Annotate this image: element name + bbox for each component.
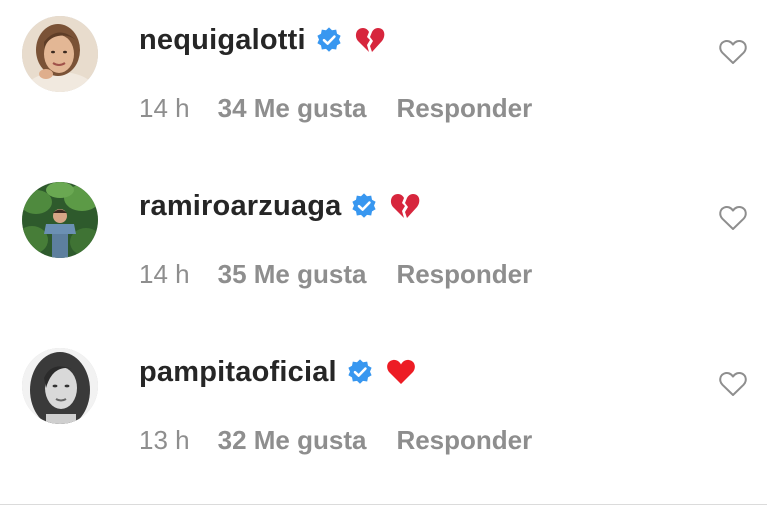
- comment-header: ramiroarzuaga: [139, 184, 421, 228]
- verified-badge-icon: [316, 27, 342, 53]
- comment-meta: 14 h 35 Me gusta Responder: [139, 256, 532, 292]
- divider: [0, 504, 767, 505]
- like-heart-icon[interactable]: [717, 202, 749, 234]
- avatar-photo: [22, 348, 98, 424]
- like-heart-icon[interactable]: [717, 36, 749, 68]
- avatar[interactable]: [22, 348, 98, 424]
- likes-count[interactable]: 34 Me gusta: [218, 93, 367, 124]
- comment-meta: 13 h 32 Me gusta Responder: [139, 422, 532, 458]
- reply-button[interactable]: Responder: [396, 425, 532, 456]
- comment-header: nequigalotti: [139, 18, 386, 62]
- comment-timestamp: 13 h: [139, 424, 190, 455]
- comment-list: nequigalotti 14 h 34 Me gusta Responder: [0, 0, 767, 508]
- reply-button[interactable]: Responder: [396, 93, 532, 124]
- username[interactable]: ramiroarzuaga: [139, 190, 341, 223]
- username[interactable]: nequigalotti: [139, 24, 306, 57]
- broken-heart-icon: [354, 24, 386, 56]
- likes-count[interactable]: 32 Me gusta: [218, 425, 367, 456]
- reply-button[interactable]: Responder: [396, 259, 532, 290]
- avatar[interactable]: [22, 16, 98, 92]
- comment-item: pampitaoficial 13 h 32 Me gusta Responde…: [0, 332, 767, 498]
- avatar[interactable]: [22, 182, 98, 258]
- avatar-photo: [22, 182, 98, 258]
- comment-timestamp: 14 h: [139, 258, 190, 289]
- username[interactable]: pampitaoficial: [139, 356, 337, 389]
- verified-badge-icon: [351, 193, 377, 219]
- comment-header: pampitaoficial: [139, 350, 417, 394]
- comment-timestamp: 14 h: [139, 92, 190, 123]
- likes-count[interactable]: 35 Me gusta: [218, 259, 367, 290]
- comment-item: ramiroarzuaga 14 h 35 Me gusta Responder: [0, 166, 767, 332]
- broken-heart-icon: [389, 190, 421, 222]
- red-heart-icon: [385, 356, 417, 388]
- like-heart-icon[interactable]: [717, 368, 749, 400]
- verified-badge-icon: [347, 359, 373, 385]
- comment-item: nequigalotti 14 h 34 Me gusta Responder: [0, 0, 767, 166]
- avatar-photo: [22, 16, 98, 92]
- comment-meta: 14 h 34 Me gusta Responder: [139, 90, 532, 126]
